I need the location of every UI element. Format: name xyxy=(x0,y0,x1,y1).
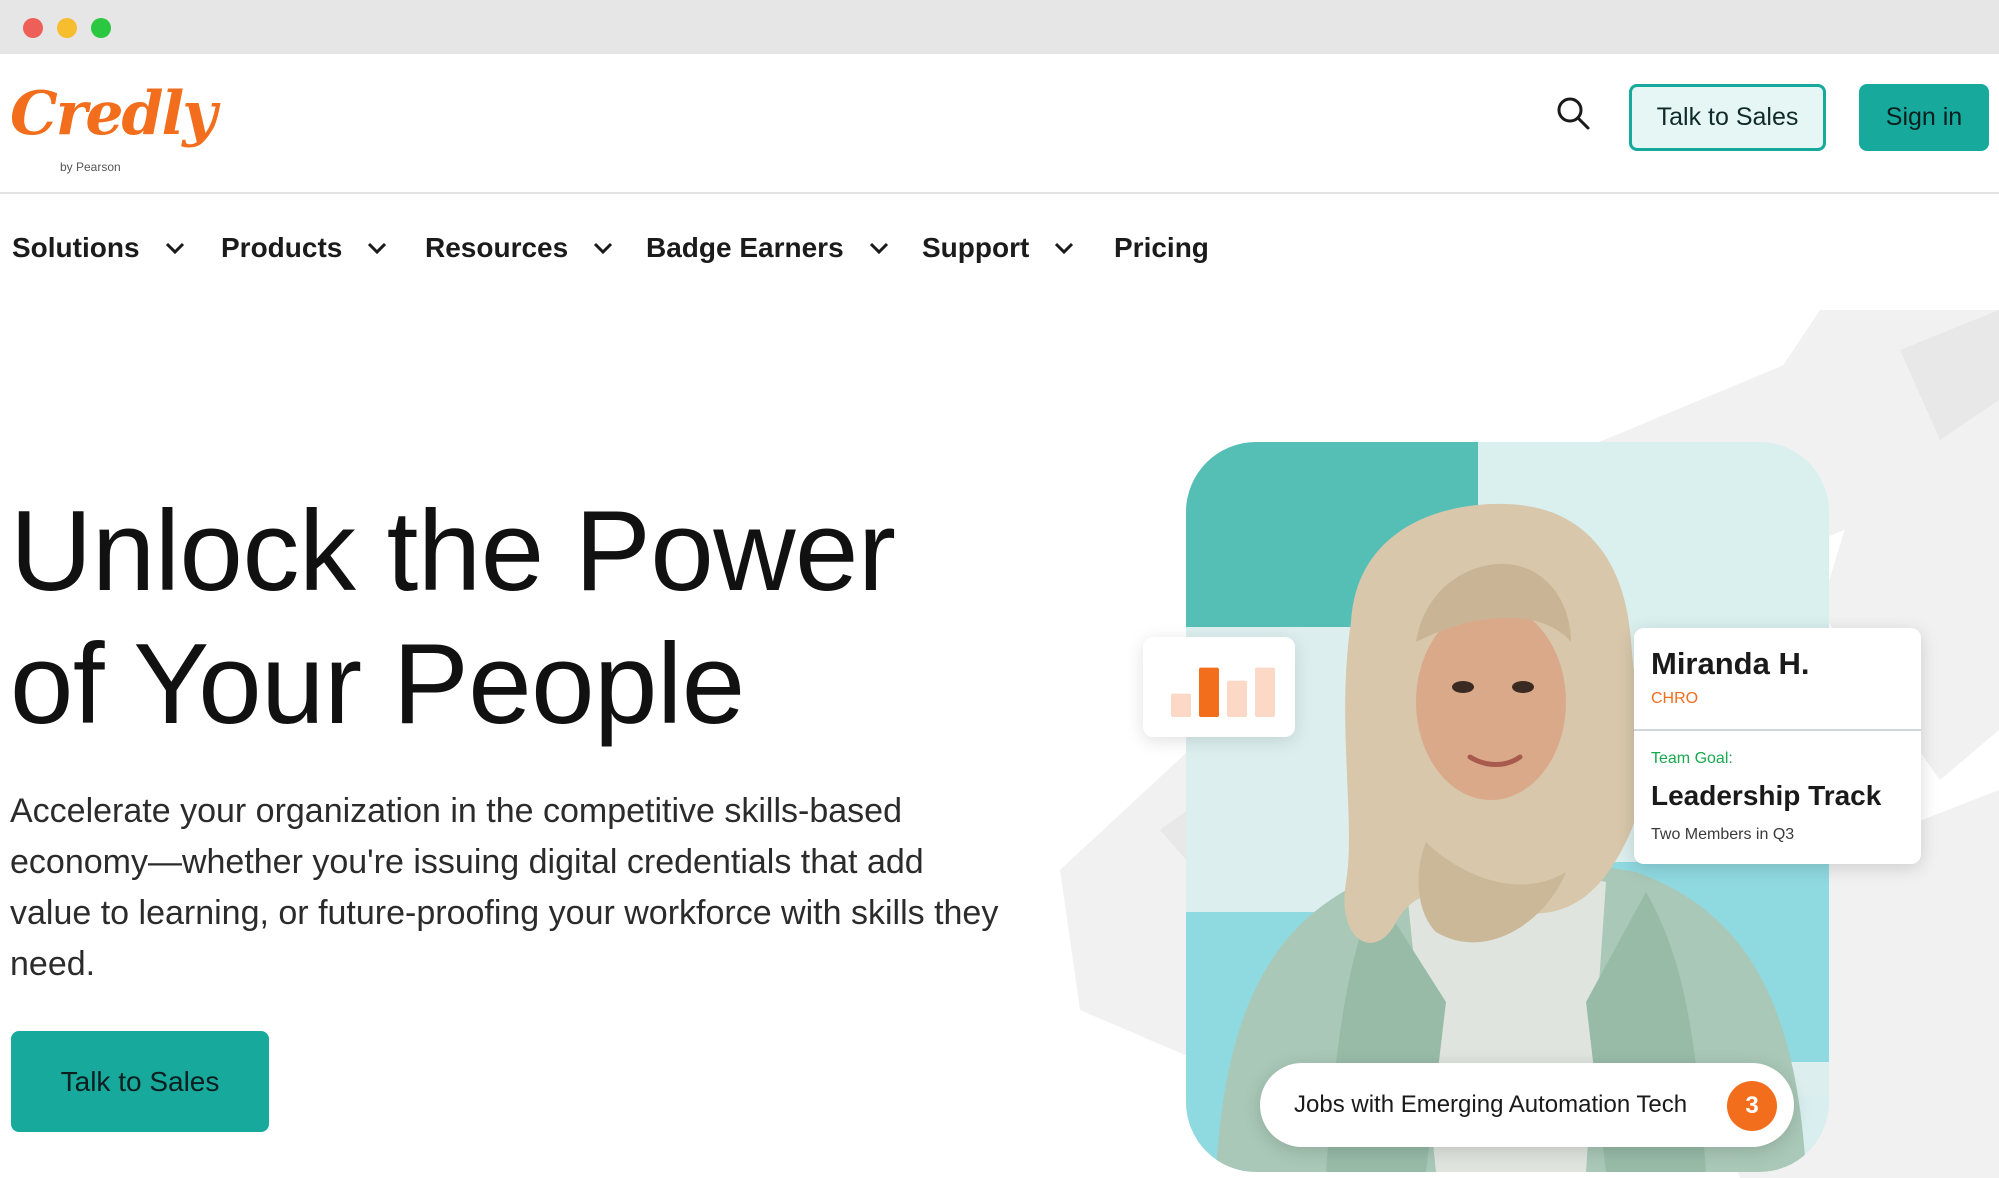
chevron-down-icon xyxy=(165,242,184,255)
zoom-window-button[interactable] xyxy=(91,18,111,38)
minimize-window-button[interactable] xyxy=(57,18,77,38)
search-button[interactable] xyxy=(1550,90,1596,136)
count-badge: 3 xyxy=(1727,1081,1777,1131)
search-icon xyxy=(1557,97,1590,130)
nav-item-label: Resources xyxy=(425,232,569,263)
nav-item-resources[interactable]: Resources xyxy=(425,232,614,264)
chart-bar xyxy=(1227,680,1247,717)
logo-subtext: by Pearson xyxy=(60,160,121,174)
hero-title: Unlock the Power of Your People xyxy=(10,485,990,751)
main-nav: Solutions Products Resources Badge Earne… xyxy=(0,196,1300,306)
chart-bar xyxy=(1171,693,1191,717)
hero-title-line-1: Unlock the Power xyxy=(10,488,896,615)
profile-card: Miranda H. CHRO Team Goal: Leadership Tr… xyxy=(1634,628,1921,864)
hero-title-line-2: of Your People xyxy=(10,621,745,748)
pill-text: Jobs with Emerging Automation Tech xyxy=(1294,1091,1688,1118)
talk-to-sales-header-button[interactable]: Talk to Sales xyxy=(1629,84,1826,151)
nav-item-label: Solutions xyxy=(12,232,140,263)
profile-name: Miranda H. xyxy=(1651,646,1810,681)
chevron-down-icon xyxy=(594,242,613,255)
nav-item-label: Pricing xyxy=(1114,232,1209,263)
mini-bar-chart xyxy=(1171,667,1275,717)
mini-bar-chart-card xyxy=(1143,637,1295,737)
emerging-automation-pill: Jobs with Emerging Automation Tech 3 xyxy=(1260,1063,1794,1147)
credly-logo[interactable]: Credly by Pearson xyxy=(10,74,217,174)
team-goal-label: Team Goal: xyxy=(1651,750,1733,767)
nav-item-support[interactable]: Support xyxy=(922,232,1075,264)
nav-item-badge-earners[interactable]: Badge Earners xyxy=(646,232,890,264)
profile-divider xyxy=(1634,729,1921,731)
nav-item-products[interactable]: Products xyxy=(221,232,388,264)
talk-to-sales-hero-button[interactable]: Talk to Sales xyxy=(11,1031,269,1132)
nav-item-label: Support xyxy=(922,232,1030,263)
window-titlebar xyxy=(0,0,1999,54)
chevron-down-icon xyxy=(368,242,387,255)
sign-in-button[interactable]: Sign in xyxy=(1859,84,1989,151)
team-goal-value: Leadership Track xyxy=(1651,780,1882,811)
team-goal-subtext: Two Members in Q3 xyxy=(1651,826,1795,843)
chevron-down-icon xyxy=(1055,242,1074,255)
chart-bar xyxy=(1199,667,1219,717)
close-window-button[interactable] xyxy=(23,18,43,38)
nav-item-label: Products xyxy=(221,232,343,263)
chart-bar xyxy=(1255,667,1275,717)
logo-wordmark: Credly xyxy=(10,79,217,149)
nav-item-label: Badge Earners xyxy=(646,232,844,263)
profile-role: CHRO xyxy=(1651,690,1699,707)
chevron-down-icon xyxy=(869,242,888,255)
nav-item-pricing[interactable]: Pricing xyxy=(1114,232,1209,264)
nav-item-solutions[interactable]: Solutions xyxy=(12,232,186,264)
site-header: Credly by Pearson Talk to Sales Sign in xyxy=(0,54,1999,194)
hero-description: Accelerate your organization in the comp… xyxy=(10,792,999,983)
